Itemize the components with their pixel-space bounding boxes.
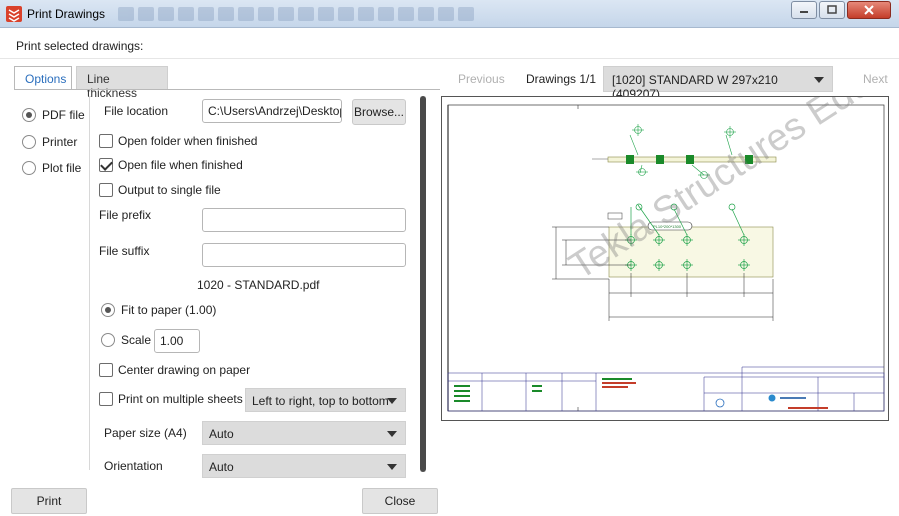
drawing-select[interactable]: [1020] STANDARD W 297x210 (409207) bbox=[603, 66, 833, 101]
chevron-down-icon bbox=[387, 398, 397, 404]
scale-label: Scale bbox=[121, 333, 152, 347]
paper-size-label: Paper size (A4) bbox=[104, 426, 187, 440]
scale-option[interactable]: Scale bbox=[101, 333, 151, 347]
fit-to-paper-option[interactable]: Fit to paper (1.00) bbox=[101, 303, 216, 317]
next-button[interactable]: Next bbox=[863, 72, 888, 86]
previous-button[interactable]: Previous bbox=[458, 72, 505, 86]
title-bar: Print Drawings bbox=[0, 0, 899, 28]
chevron-down-icon bbox=[387, 431, 397, 437]
open-folder-option[interactable]: Open folder when finished bbox=[99, 134, 257, 148]
scale-input[interactable]: 1.00 bbox=[154, 329, 200, 353]
center-drawing-label: Center drawing on paper bbox=[118, 363, 251, 377]
single-file-label: Output to single file bbox=[118, 183, 221, 197]
chevron-down-icon bbox=[387, 464, 397, 470]
center-drawing-option[interactable]: Center drawing on paper bbox=[99, 363, 250, 377]
tab-options[interactable]: Options bbox=[14, 66, 72, 90]
open-folder-label: Open folder when finished bbox=[118, 134, 258, 148]
sheet-order-dropdown[interactable]: Left to right, top to bottom bbox=[245, 388, 406, 412]
output-plot-option[interactable]: Plot file bbox=[22, 161, 81, 175]
file-location-label: File location bbox=[104, 104, 169, 118]
filename-preview: 1020 - STANDARD.pdf bbox=[197, 278, 320, 292]
printer-radio[interactable] bbox=[22, 135, 36, 149]
panel-divider bbox=[89, 96, 90, 470]
fit-to-paper-label: Fit to paper (1.00) bbox=[121, 303, 217, 317]
single-file-option[interactable]: Output to single file bbox=[99, 183, 221, 197]
minimize-button[interactable] bbox=[791, 1, 817, 19]
close-window-button[interactable] bbox=[847, 1, 891, 19]
drawing-counter: Drawings 1/1 bbox=[526, 72, 597, 86]
open-folder-checkbox[interactable] bbox=[99, 134, 113, 148]
output-printer-option[interactable]: Printer bbox=[22, 135, 77, 149]
maximize-icon bbox=[827, 5, 837, 14]
window-controls bbox=[791, 1, 891, 19]
file-prefix-input[interactable] bbox=[202, 208, 406, 232]
paper-size-value: Auto bbox=[209, 427, 234, 441]
pdf-label: PDF file bbox=[42, 108, 85, 122]
fit-to-paper-radio[interactable] bbox=[101, 303, 115, 317]
orientation-label: Orientation bbox=[104, 459, 163, 473]
tab-line-thickness[interactable]: Line thickness bbox=[76, 66, 168, 100]
printer-label: Printer bbox=[42, 135, 78, 149]
orientation-dropdown[interactable]: Auto bbox=[202, 454, 406, 478]
center-drawing-checkbox[interactable] bbox=[99, 363, 113, 377]
drawing-preview: PL10*200*1300 Tekla Structures bbox=[441, 96, 889, 421]
settings-scrollbar-thumb[interactable] bbox=[420, 96, 426, 472]
close-button[interactable]: Close bbox=[362, 488, 438, 514]
header-divider bbox=[0, 58, 899, 59]
sheet-order-value: Left to right, top to bottom bbox=[252, 394, 389, 408]
pdf-radio[interactable] bbox=[22, 108, 36, 122]
scale-radio[interactable] bbox=[101, 333, 115, 347]
file-prefix-label: File prefix bbox=[99, 208, 152, 222]
paper-size-dropdown[interactable]: Auto bbox=[202, 421, 406, 445]
print-button[interactable]: Print bbox=[11, 488, 87, 514]
tekla-app-icon bbox=[6, 6, 22, 22]
drawing-sheet: PL10*200*1300 bbox=[447, 104, 885, 412]
multiple-sheets-option[interactable]: Print on multiple sheets bbox=[99, 392, 243, 406]
background-toolbar bbox=[118, 5, 548, 23]
window-title: Print Drawings bbox=[27, 7, 106, 21]
open-file-option[interactable]: Open file when finished bbox=[99, 158, 243, 172]
open-file-label: Open file when finished bbox=[118, 158, 243, 172]
plot-label: Plot file bbox=[42, 161, 82, 175]
multiple-sheets-checkbox[interactable] bbox=[99, 392, 113, 406]
file-suffix-label: File suffix bbox=[99, 244, 150, 258]
output-pdf-option[interactable]: PDF file bbox=[22, 108, 85, 122]
close-icon bbox=[864, 5, 874, 15]
tab-underline bbox=[14, 89, 440, 90]
browse-button[interactable]: Browse... bbox=[352, 99, 406, 125]
maximize-button[interactable] bbox=[819, 1, 845, 19]
single-file-checkbox[interactable] bbox=[99, 183, 113, 197]
open-file-checkbox[interactable] bbox=[99, 158, 113, 172]
file-location-input[interactable]: C:\Users\Andrzej\Desktop bbox=[202, 99, 342, 123]
dialog-subtitle: Print selected drawings: bbox=[16, 39, 144, 53]
file-suffix-input[interactable] bbox=[202, 243, 406, 267]
chevron-down-icon bbox=[814, 77, 824, 83]
orientation-value: Auto bbox=[209, 460, 234, 474]
plot-radio[interactable] bbox=[22, 161, 36, 175]
multiple-sheets-label: Print on multiple sheets bbox=[118, 392, 243, 406]
minimize-icon bbox=[800, 11, 808, 13]
